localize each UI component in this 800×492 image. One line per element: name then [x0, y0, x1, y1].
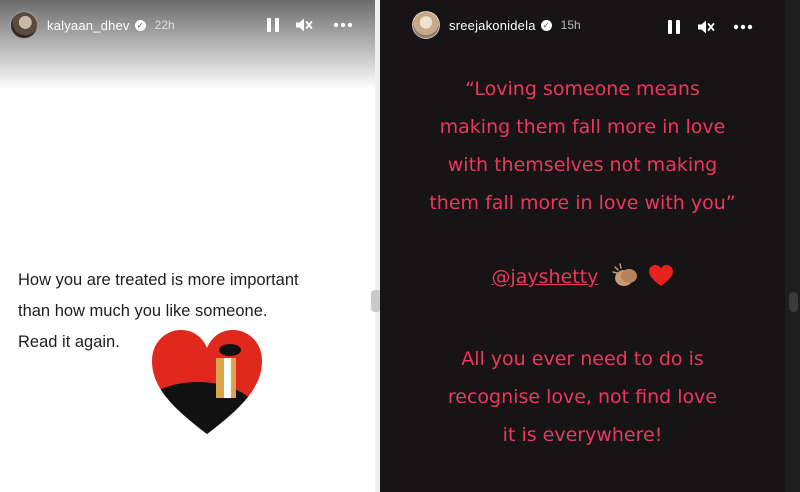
verified-badge-icon: ✓ [134, 19, 146, 31]
story-time: 15h [560, 18, 581, 32]
more-options-button[interactable] [731, 15, 755, 39]
right-story-header: sreejakonidela ✓ 15h [412, 10, 581, 40]
next-story-arrow[interactable] [789, 292, 798, 312]
heart-sticker [152, 330, 262, 434]
more-options-icon [733, 24, 753, 30]
speaker-muted-icon [698, 20, 715, 34]
pause-button[interactable] [261, 13, 285, 37]
username[interactable]: kalyaan_dhev [47, 18, 130, 33]
mute-button[interactable] [694, 15, 718, 39]
pause-button[interactable] [662, 15, 686, 39]
quote-text: “Loving someone means making them fall m… [429, 78, 736, 214]
avatar[interactable] [10, 11, 38, 39]
red-heart-emoji [648, 265, 673, 286]
story-text-line: than how much you like someone. [18, 302, 268, 320]
verified-badge-icon: ✓ [540, 19, 552, 31]
speaker-muted-icon [296, 18, 313, 32]
clapping-hands-emoji [612, 263, 638, 286]
pause-icon [267, 18, 279, 32]
more-options-button[interactable] [331, 13, 355, 37]
left-story-header: kalyaan_dhev ✓ 22h [10, 10, 175, 40]
username[interactable]: sreejakonidela [449, 18, 536, 33]
avatar[interactable] [412, 11, 440, 39]
more-options-icon [333, 22, 353, 28]
mention-line: @jayshetty [380, 262, 785, 292]
closing-text: All you ever need to do is recognise lov… [447, 348, 718, 446]
mute-button[interactable] [292, 13, 316, 37]
story-time: 22h [154, 18, 175, 32]
next-story-area[interactable] [785, 0, 800, 492]
pause-icon [668, 20, 680, 34]
story-text-line: How you are treated is more important [18, 271, 299, 289]
mention-link[interactable]: @jayshetty [491, 266, 598, 288]
